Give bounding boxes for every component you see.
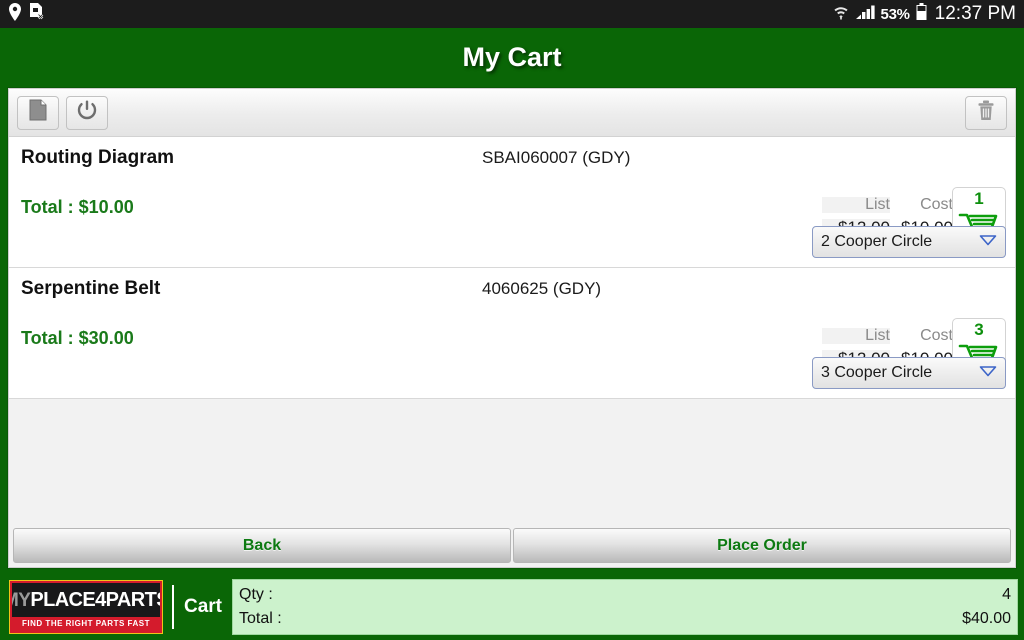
- list-price-label: List: [822, 328, 890, 344]
- chevron-down-icon: [979, 233, 997, 251]
- status-bar-right-icons: 53% 12:37 PM: [833, 2, 1016, 26]
- cart-item-row[interactable]: Routing Diagram Total : $10.00 SBAI06000…: [9, 137, 1015, 268]
- sim-card-missing-icon: [29, 2, 45, 26]
- notes-button[interactable]: [17, 95, 59, 130]
- item-location-value: 2 Cooper Circle: [821, 233, 933, 250]
- cart-toolbar: [9, 89, 1015, 137]
- wifi-icon: [833, 3, 849, 26]
- power-icon: [77, 100, 97, 126]
- back-button[interactable]: Back: [13, 528, 511, 563]
- location-pin-icon: [8, 2, 22, 26]
- summary-qty-label: Qty :: [239, 586, 273, 604]
- signal-bars-icon: [855, 4, 875, 25]
- item-location-value: 3 Cooper Circle: [821, 364, 933, 381]
- summary-total-label: Total :: [239, 609, 282, 627]
- price-labels-row: List Cost: [822, 197, 953, 213]
- item-quantity-value: 1: [974, 189, 984, 208]
- place-order-button[interactable]: Place Order: [513, 528, 1011, 563]
- cart-item-row[interactable]: Serpentine Belt Total : $30.00 4060625 (…: [9, 268, 1015, 399]
- logo-rest-text: PLACE4PARTS: [30, 589, 162, 611]
- status-bar-clock: 12:37 PM: [934, 3, 1016, 24]
- summary-qty-value: 4: [1002, 586, 1011, 604]
- status-bar-left-icons: [8, 2, 45, 26]
- logo-tagline: FIND THE RIGHT PARTS FAST: [12, 616, 160, 631]
- battery-icon: [916, 2, 927, 26]
- cart-panel: Routing Diagram Total : $10.00 SBAI06000…: [8, 88, 1016, 568]
- item-location-dropdown[interactable]: 2 Cooper Circle: [812, 226, 1006, 258]
- chevron-down-icon: [979, 364, 997, 382]
- trash-icon: [977, 100, 995, 126]
- item-location-dropdown[interactable]: 3 Cooper Circle: [812, 357, 1006, 389]
- price-labels-row: List Cost: [822, 328, 953, 344]
- app-title-bar: My Cart: [0, 28, 1024, 86]
- page-icon: [29, 99, 47, 126]
- myplace4parts-logo[interactable]: MYPLACE4PARTS FIND THE RIGHT PARTS FAST: [9, 579, 163, 634]
- cart-item-list: Routing Diagram Total : $10.00 SBAI06000…: [9, 137, 1015, 525]
- item-quantity-value: 3: [974, 320, 984, 339]
- android-status-bar: 53% 12:37 PM: [0, 0, 1024, 28]
- cart-action-bar: Back Place Order: [9, 525, 1015, 567]
- cost-price-label: Cost: [920, 196, 953, 213]
- summary-qty-row: Qty : 4: [239, 583, 1011, 606]
- item-part-number: 4060625 (GDY): [482, 279, 602, 298]
- empty-list-area: [9, 399, 1015, 525]
- summary-total-row: Total : $40.00: [239, 607, 1011, 630]
- battery-percent-label: 53%: [880, 5, 910, 23]
- delete-all-button[interactable]: [965, 95, 1007, 130]
- logo-wordmark: MYPLACE4PARTS: [12, 583, 160, 617]
- page-title: My Cart: [462, 41, 562, 72]
- cost-price-label: Cost: [920, 327, 953, 344]
- summary-total-value: $40.00: [962, 609, 1011, 627]
- power-button[interactable]: [66, 95, 108, 130]
- list-price-label: List: [822, 197, 890, 213]
- app-root: 53% 12:37 PM My Cart Routing Diagram Tot…: [0, 0, 1024, 640]
- app-footer: MYPLACE4PARTS FIND THE RIGHT PARTS FAST …: [0, 574, 1024, 640]
- cart-summary-box: Qty : 4 Total : $40.00: [232, 578, 1018, 635]
- footer-cart-label: Cart: [172, 584, 232, 629]
- item-part-number: SBAI060007 (GDY): [482, 148, 631, 167]
- logo-my-text: MY: [12, 589, 31, 611]
